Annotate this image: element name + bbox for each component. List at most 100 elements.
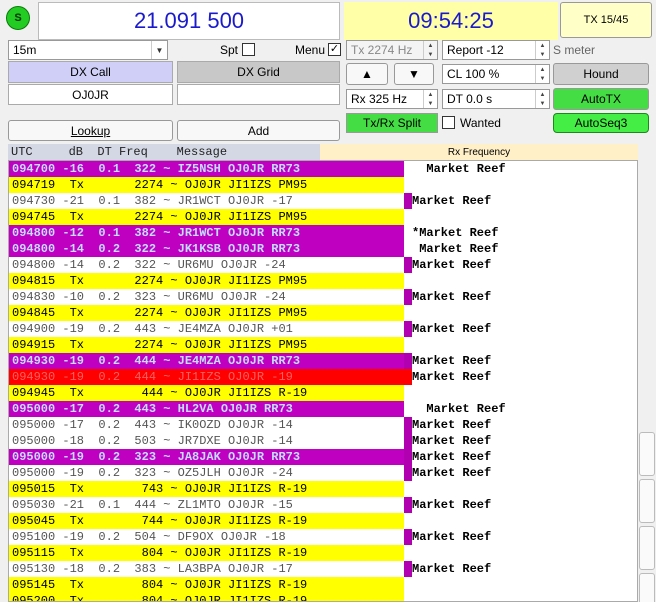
report-value: Report -12 — [447, 43, 504, 57]
decode-country: Market Reef — [412, 434, 492, 448]
decode-row[interactable]: 095030 -21 0.1 444 ~ ZL1MTO OJ0JR -15 Mar… — [9, 497, 637, 513]
dx-grid-input[interactable] — [177, 84, 340, 105]
decode-row[interactable]: 094719 Tx 2274 ~ OJ0JR JI1IZS PM95 — [9, 177, 637, 193]
decode-message: 094800 -14 0.2 322 ~ UR6MU OJ0JR -24 — [9, 257, 404, 273]
auto-tx-button[interactable]: AutoTX — [553, 88, 649, 110]
decode-row[interactable]: 095000 -18 0.2 503 ~ JR7DXE OJ0JR -14 Mar… — [9, 433, 637, 449]
decode-row[interactable]: 094800 -14 0.2 322 ~ JK1KSB OJ0JR RR73 M… — [9, 241, 637, 257]
decode-country: Market Reef — [412, 466, 492, 480]
decode-row[interactable]: 094730 -21 0.1 382 ~ JR1WCT OJ0JR -17 Mar… — [9, 193, 637, 209]
decode-row[interactable]: 094945 Tx 444 ~ OJ0JR JI1IZS R-19 — [9, 385, 637, 401]
decode-country — [412, 273, 637, 289]
side-buttons[interactable] — [638, 432, 656, 602]
decode-row[interactable]: 095130 -18 0.2 383 ~ LA3BPA OJ0JR -17 Mar… — [9, 561, 637, 577]
decode-message: 094719 Tx 2274 ~ OJ0JR JI1IZS PM95 — [9, 177, 404, 193]
band-value: 15m — [13, 43, 37, 57]
menu-label: Menu — [295, 43, 326, 57]
decode-message: 095030 -21 0.1 444 ~ ZL1MTO OJ0JR -15 — [9, 497, 404, 513]
down-arrow-icon: ▼ — [408, 67, 420, 81]
decode-marker — [404, 273, 412, 289]
decode-message: 095015 Tx 743 ~ OJ0JR JI1IZS R-19 — [9, 481, 404, 497]
decode-row[interactable]: 095145 Tx 804 ~ OJ0JR JI1IZS R-19 — [9, 577, 637, 593]
cl-spinbox[interactable]: CL 100 % ▲ ▼ — [442, 64, 550, 84]
side-button[interactable] — [639, 479, 655, 523]
decode-message: 095000 -18 0.2 503 ~ JR7DXE OJ0JR -14 — [9, 433, 404, 449]
decode-marker — [404, 513, 412, 529]
decode-row[interactable]: 094915 Tx 2274 ~ OJ0JR JI1IZS PM95 — [9, 337, 637, 353]
tx-rx-split-button[interactable]: Tx/Rx Split — [346, 113, 438, 133]
decode-list[interactable]: 094700 -16 0.1 322 ~ IZ5NSH OJ0JR RR73 M… — [8, 160, 638, 602]
decode-message: 094945 Tx 444 ~ OJ0JR JI1IZS R-19 — [9, 385, 404, 401]
decode-row[interactable]: 094700 -16 0.1 322 ~ IZ5NSH OJ0JR RR73 M… — [9, 161, 637, 177]
decode-message: 095200 Tx 804 ~ OJ0JR JI1IZS R-19 — [9, 593, 404, 601]
side-button[interactable] — [639, 573, 655, 602]
decode-row[interactable]: 095000 -19 0.2 323 ~ JA8JAK OJ0JR RR73 Ma… — [9, 449, 637, 465]
decode-row[interactable]: 095000 -17 0.2 443 ~ IK0OZD OJ0JR -14 Mar… — [9, 417, 637, 433]
rx-frequency-spinbox[interactable]: Rx 325 Hz ▲ ▼ — [346, 89, 438, 109]
decode-message: 095000 -17 0.2 443 ~ HL2VA OJ0JR RR73 — [9, 401, 404, 417]
wanted-checkbox[interactable] — [442, 116, 455, 129]
decode-row[interactable]: 094930 -19 0.2 444 ~ JE4MZA OJ0JR RR73 Ma… — [9, 353, 637, 369]
decode-country: Market Reef — [412, 322, 492, 336]
rx-frequency-value: Rx 325 Hz — [351, 92, 408, 106]
decode-row[interactable]: 095100 -19 0.2 504 ~ DF9OX OJ0JR -18 Mark… — [9, 529, 637, 545]
decode-marker — [404, 593, 412, 601]
decode-message: 094930 -19 0.2 444 ~ JE4MZA OJ0JR RR73 — [9, 353, 404, 369]
decode-row[interactable]: 094900 -19 0.2 443 ~ JE4MZA OJ0JR +01 Mar… — [9, 321, 637, 337]
decode-message: 095130 -18 0.2 383 ~ LA3BPA OJ0JR -17 — [9, 561, 404, 577]
decode-row[interactable]: 095015 Tx 743 ~ OJ0JR JI1IZS R-19 — [9, 481, 637, 497]
decode-marker — [404, 401, 412, 417]
up-arrow-icon: ▲ — [361, 67, 373, 81]
menu-checkbox[interactable]: ✓ — [328, 43, 341, 56]
hound-button[interactable]: Hound — [553, 63, 649, 85]
decode-row[interactable]: 094800 -14 0.2 322 ~ UR6MU OJ0JR -24 Mark… — [9, 257, 637, 273]
decode-row[interactable]: 095200 Tx 804 ~ OJ0JR JI1IZS R-19 — [9, 593, 637, 601]
decode-marker — [404, 433, 412, 449]
decode-row[interactable]: 094745 Tx 2274 ~ OJ0JR JI1IZS PM95 — [9, 209, 637, 225]
decode-message: 094800 -14 0.2 322 ~ JK1KSB OJ0JR RR73 — [9, 241, 404, 257]
band-select[interactable]: 15m ▼ — [8, 40, 168, 60]
decode-country: Market Reef — [412, 370, 492, 384]
decode-country — [412, 385, 637, 401]
frequency-display[interactable]: 21.091 500 — [38, 2, 340, 40]
decode-row[interactable]: 094845 Tx 2274 ~ OJ0JR JI1IZS PM95 — [9, 305, 637, 321]
decode-row[interactable]: 095115 Tx 804 ~ OJ0JR JI1IZS R-19 — [9, 545, 637, 561]
dx-call-input[interactable]: OJ0JR — [8, 84, 173, 105]
decode-row[interactable]: 094800 -12 0.1 382 ~ JR1WCT OJ0JR RR73 *M… — [9, 225, 637, 241]
side-button[interactable] — [639, 526, 655, 570]
lookup-button[interactable]: Lookup — [8, 120, 173, 141]
freq-down-button[interactable]: ▼ — [394, 63, 434, 85]
decode-message: 094915 Tx 2274 ~ OJ0JR JI1IZS PM95 — [9, 337, 404, 353]
wanted-label: Wanted — [460, 116, 501, 130]
side-button[interactable] — [639, 432, 655, 476]
decode-marker — [404, 337, 412, 353]
auto-seq-button[interactable]: AutoSeq3 — [553, 113, 649, 133]
tx-frequency-spinbox[interactable]: Tx 2274 Hz ▲ ▼ — [346, 40, 438, 60]
decode-row[interactable]: 095000 -17 0.2 443 ~ HL2VA OJ0JR RR73 Ma… — [9, 401, 637, 417]
decode-country — [412, 513, 637, 529]
decode-country — [412, 209, 637, 225]
decode-country: Market Reef — [412, 242, 499, 256]
chevron-down-icon: ▼ — [151, 41, 167, 59]
decode-row[interactable]: 094930 -19 0.2 444 ~ JI1IZS OJ0JR -19 Mar… — [9, 369, 637, 385]
spin-arrows-icon: ▲ ▼ — [535, 90, 549, 108]
tx-period-button[interactable]: TX 15/45 — [560, 2, 652, 38]
tx-frequency-value: Tx 2274 Hz — [351, 43, 413, 57]
decode-row[interactable]: 095045 Tx 744 ~ OJ0JR JI1IZS R-19 — [9, 513, 637, 529]
spt-checkbox[interactable] — [242, 43, 255, 56]
decode-marker — [404, 577, 412, 593]
decode-row[interactable]: 094830 -10 0.2 323 ~ UR6MU OJ0JR -24 Mark… — [9, 289, 637, 305]
band-activity-header: UTC dB DT Freq Message Rx Frequency — [8, 144, 638, 160]
status-indicator: S — [6, 6, 30, 30]
rx-frequency-label: Rx Frequency — [320, 144, 638, 160]
report-spinbox[interactable]: Report -12 ▲ ▼ — [442, 40, 550, 60]
decode-row[interactable]: 095000 -19 0.2 323 ~ OZ5JLH OJ0JR -24 Mar… — [9, 465, 637, 481]
dt-spinbox[interactable]: DT 0.0 s ▲ ▼ — [442, 89, 550, 109]
decode-row[interactable]: 094815 Tx 2274 ~ OJ0JR JI1IZS PM95 — [9, 273, 637, 289]
add-button[interactable]: Add — [177, 120, 340, 141]
decode-marker — [404, 193, 412, 209]
decode-country: Market Reef — [412, 498, 492, 512]
spin-arrows-icon: ▲ ▼ — [535, 41, 549, 59]
freq-up-button[interactable]: ▲ — [346, 63, 388, 85]
decode-country — [412, 305, 637, 321]
